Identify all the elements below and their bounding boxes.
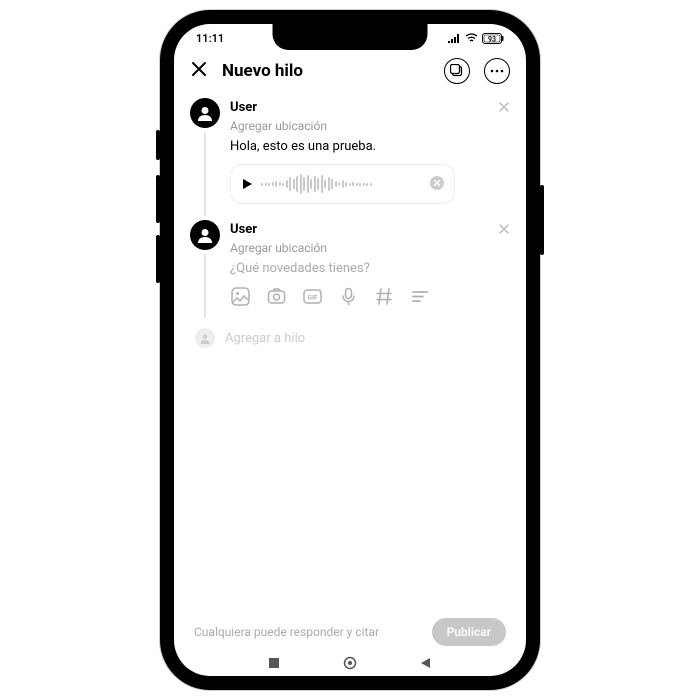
camera-icon[interactable] [266, 286, 286, 306]
nav-recent-icon[interactable] [267, 656, 281, 670]
voice-note[interactable] [230, 164, 455, 204]
gif-icon[interactable]: GIF [302, 286, 322, 306]
signal-icon [448, 33, 461, 43]
nav-home-icon[interactable] [343, 656, 357, 670]
composer-toolbar: GIF [230, 286, 510, 306]
remove-post-icon[interactable] [498, 220, 510, 239]
svg-text:GIF: GIF [307, 293, 317, 301]
status-time: 11:11 [196, 32, 224, 45]
add-to-thread[interactable]: Agregar a hilo [190, 328, 510, 348]
username[interactable]: User [230, 222, 498, 237]
content: User Agregar ubicación Hola, esto es una… [174, 94, 526, 604]
header: Nuevo hilo [174, 52, 526, 94]
svg-text:93: 93 [488, 35, 496, 43]
add-location[interactable]: Agregar ubicación [230, 241, 510, 255]
poll-icon[interactable] [410, 286, 430, 306]
play-icon[interactable] [241, 175, 253, 194]
add-to-thread-label: Agregar a hilo [225, 331, 305, 346]
reply-settings[interactable]: Cualquiera puede responder y citar [194, 625, 422, 639]
side-button [156, 130, 160, 160]
thread-line [204, 254, 206, 318]
volume-up-button [156, 175, 160, 223]
battery-icon: 93 [482, 33, 504, 44]
more-button[interactable] [484, 58, 510, 84]
image-icon[interactable] [230, 286, 250, 306]
waveform [261, 173, 422, 195]
avatar-small [195, 328, 215, 348]
remove-post-icon[interactable] [498, 98, 510, 117]
avatar[interactable] [190, 220, 220, 250]
username[interactable]: User [230, 100, 498, 115]
thread-line [204, 132, 206, 216]
drafts-button[interactable] [444, 58, 470, 84]
post-text[interactable]: Hola, esto es una prueba. [230, 139, 510, 154]
thread-post: User Agregar ubicación ¿Qué novedades ti… [190, 220, 510, 318]
nav-back-icon[interactable] [419, 656, 433, 670]
notch [273, 24, 428, 50]
thread-post: User Agregar ubicación Hola, esto es una… [190, 98, 510, 216]
android-nav [174, 656, 526, 670]
page-title: Nuevo hilo [222, 61, 430, 81]
close-icon[interactable] [190, 60, 208, 82]
hashtag-icon[interactable] [374, 286, 394, 306]
mic-icon[interactable] [338, 286, 358, 306]
avatar[interactable] [190, 98, 220, 128]
phone-frame: 11:11 93 Nuevo hilo [160, 10, 540, 690]
power-button [540, 185, 544, 255]
publish-button[interactable]: Publicar [432, 618, 506, 646]
add-location[interactable]: Agregar ubicación [230, 119, 510, 133]
delete-voice-icon[interactable] [430, 175, 444, 194]
wifi-icon [465, 33, 478, 43]
volume-down-button [156, 235, 160, 283]
composer-input[interactable]: ¿Qué novedades tienes? [230, 261, 510, 276]
